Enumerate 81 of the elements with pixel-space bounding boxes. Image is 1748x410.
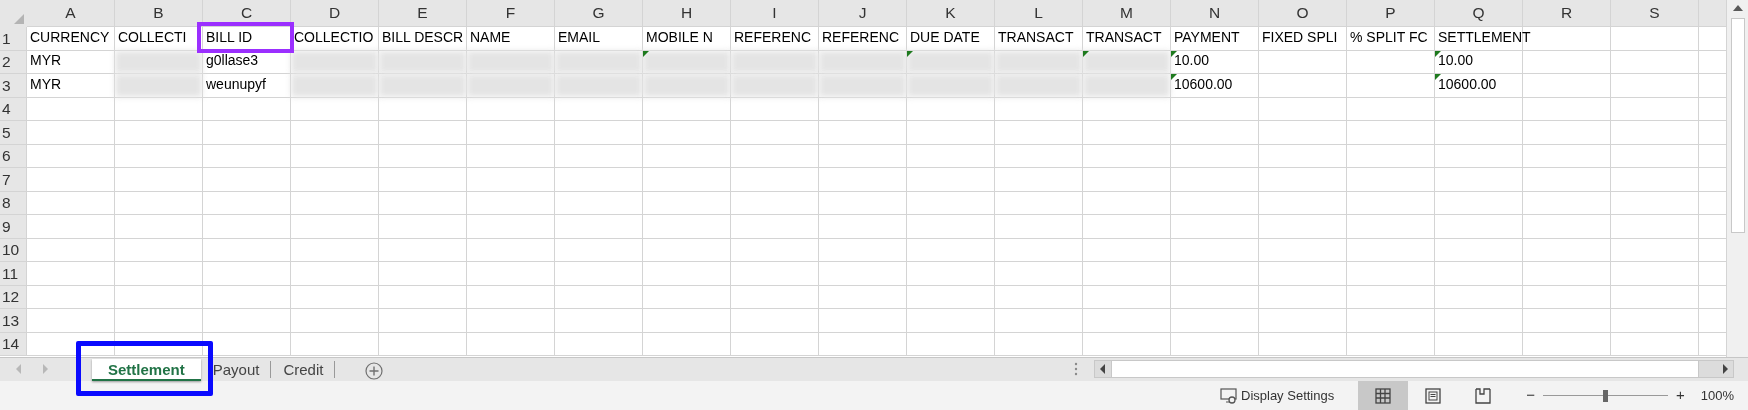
- cell-text: BILL DESCR: [382, 27, 464, 47]
- page-break-icon: [1475, 387, 1492, 404]
- column-header[interactable]: A: [27, 0, 114, 26]
- column-header: [1699, 0, 1726, 26]
- column-header[interactable]: J: [819, 0, 906, 26]
- column-header[interactable]: M: [1083, 0, 1170, 26]
- cell-text: CURRENCY: [30, 27, 110, 47]
- cell-text: 10.00: [1438, 51, 1474, 70]
- row-header[interactable]: 8: [0, 191, 26, 214]
- cell-text: TRANSACT: [998, 27, 1074, 47]
- cell-text: MYR: [30, 51, 62, 70]
- cell-text: SETTLEMENT: [1438, 27, 1531, 47]
- row-header[interactable]: 12: [0, 285, 26, 308]
- zoom-in-button[interactable]: +: [1676, 384, 1685, 407]
- zoom-percentage[interactable]: 100%: [1700, 385, 1734, 406]
- cell-text: 10.00: [1174, 51, 1210, 70]
- row-header[interactable]: 3: [0, 74, 26, 97]
- column-header[interactable]: Q: [1435, 0, 1522, 26]
- cell-text: DUE DATE: [910, 27, 980, 47]
- vertical-scrollbar[interactable]: [1726, 0, 1748, 357]
- scroll-thumb[interactable]: [1730, 18, 1745, 233]
- column-header[interactable]: K: [907, 0, 994, 26]
- page-layout-icon: [1425, 387, 1442, 404]
- column-header[interactable]: N: [1171, 0, 1258, 26]
- sheet-tab[interactable]: Payout: [200, 359, 272, 381]
- horizontal-scrollbar[interactable]: [1094, 360, 1734, 378]
- column-header[interactable]: I: [731, 0, 818, 26]
- column-header[interactable]: P: [1347, 0, 1434, 26]
- sheet-tab[interactable]: Settlement: [92, 359, 201, 381]
- column-header[interactable]: R: [1523, 0, 1610, 26]
- cell-text: REFERENC: [734, 27, 811, 47]
- column-header[interactable]: S: [1611, 0, 1698, 26]
- column-header[interactable]: E: [379, 0, 466, 26]
- row-header[interactable]: 4: [0, 97, 26, 120]
- scroll-right-icon[interactable]: [1722, 364, 1728, 374]
- column-header[interactable]: B: [115, 0, 202, 26]
- normal-view-icon: [1375, 387, 1392, 404]
- column-header[interactable]: O: [1259, 0, 1346, 26]
- column-header[interactable]: L: [995, 0, 1082, 26]
- cell-text: NAME: [470, 27, 511, 47]
- normal-view-button[interactable]: [1358, 381, 1409, 410]
- zoom-out-button[interactable]: −: [1526, 384, 1535, 407]
- cell-text: % SPLIT FC: [1350, 27, 1428, 47]
- row-header[interactable]: 7: [0, 168, 26, 191]
- column-header[interactable]: G: [555, 0, 642, 26]
- display-settings-label[interactable]: Display Settings: [1241, 385, 1335, 406]
- scroll-thumb[interactable]: [1111, 361, 1699, 377]
- add-sheet-icon[interactable]: [365, 362, 384, 380]
- cell-text: COLLECTI: [118, 27, 187, 47]
- zoom-slider[interactable]: [1543, 389, 1668, 402]
- row-header[interactable]: 9: [0, 215, 26, 238]
- cell-text: BILL ID: [206, 27, 253, 47]
- cell-text: FIXED SPLI: [1262, 27, 1338, 47]
- row-header[interactable]: 5: [0, 121, 26, 144]
- splitter-handle-icon[interactable]: [1074, 362, 1078, 376]
- cell-text: TRANSACT: [1086, 27, 1162, 47]
- column-header[interactable]: D: [291, 0, 378, 26]
- column-header[interactable]: H: [643, 0, 730, 26]
- row-header[interactable]: 10: [0, 238, 26, 261]
- display-settings-icon[interactable]: [1220, 387, 1238, 404]
- row-header[interactable]: 14: [0, 332, 26, 355]
- cell-text: MOBILE N: [646, 27, 713, 47]
- row-header[interactable]: 2: [0, 50, 26, 73]
- row-header[interactable]: 11: [0, 262, 26, 285]
- row-header[interactable]: 6: [0, 144, 26, 167]
- cell-text: 10600.00: [1174, 74, 1233, 94]
- cell-text: PAYMENT: [1174, 27, 1240, 47]
- cell-text: REFERENC: [822, 27, 899, 47]
- scroll-up-icon[interactable]: [1731, 4, 1744, 12]
- row-header[interactable]: 1: [0, 27, 26, 50]
- cell-text: MYR: [30, 74, 62, 94]
- column-header[interactable]: F: [467, 0, 554, 26]
- cell-text: 10600.00: [1438, 74, 1497, 94]
- cell-text: g0llase3: [206, 51, 259, 70]
- cell-text: weunupyf: [206, 74, 266, 94]
- cell-text: EMAIL: [558, 27, 600, 47]
- row-header[interactable]: 13: [0, 309, 26, 332]
- sheet-tab[interactable]: Credit: [271, 359, 336, 381]
- scroll-left-icon[interactable]: [1100, 364, 1106, 374]
- zoom-slider-thumb[interactable]: [1603, 389, 1608, 402]
- cell-text: COLLECTIO: [294, 27, 374, 47]
